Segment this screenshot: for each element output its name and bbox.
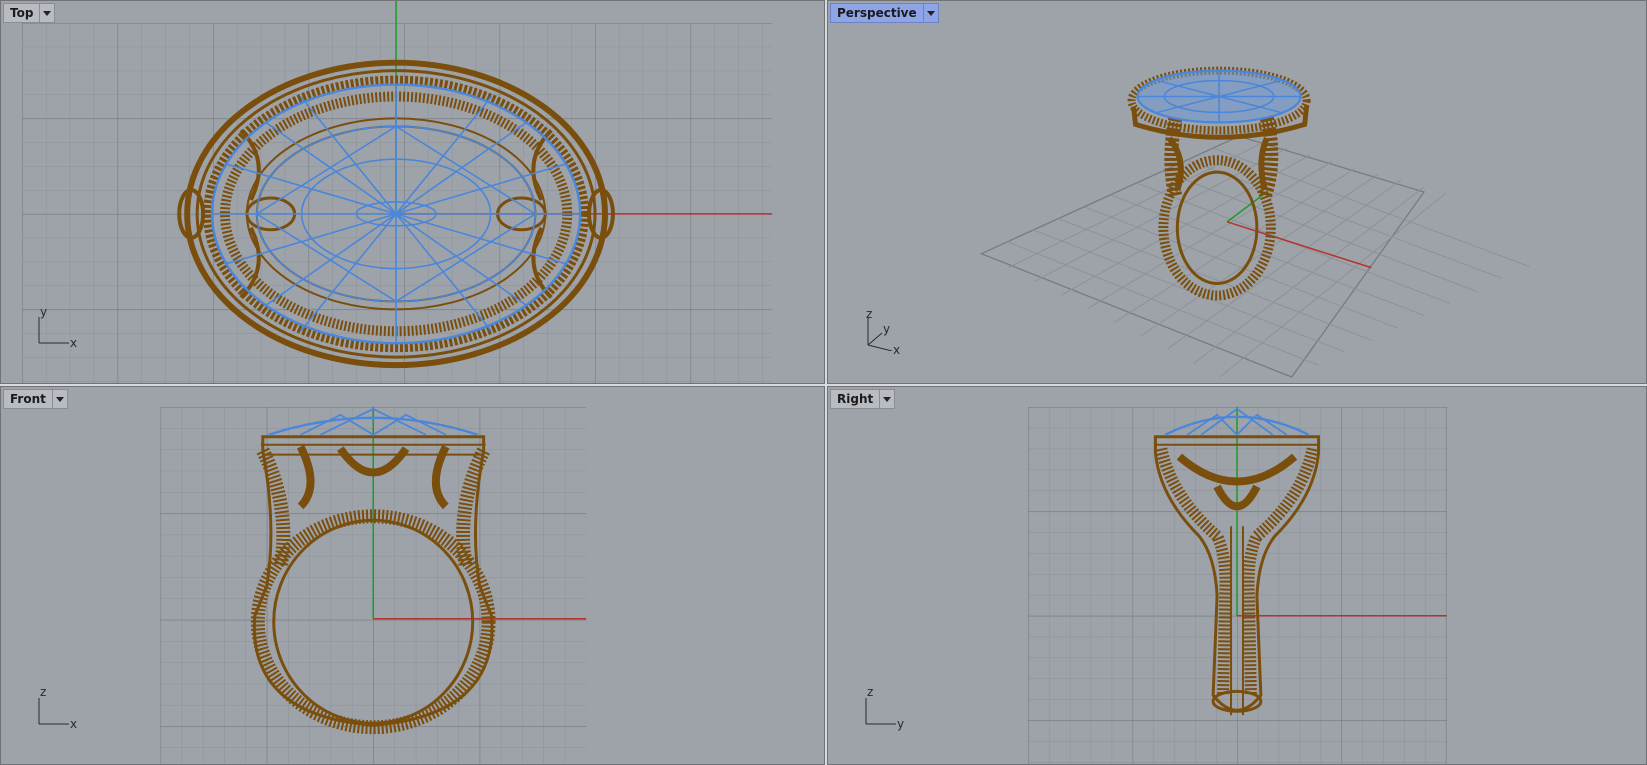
perspective-grid [979, 135, 1530, 378]
viewport-front[interactable]: Front z x [0, 386, 825, 765]
viewport-tab-right[interactable]: Right [830, 389, 896, 409]
axis-label-y: y [40, 305, 48, 319]
viewport-perspective[interactable]: Perspective z y x [827, 0, 1647, 384]
viewport-canvas[interactable] [828, 1, 1646, 383]
axis-label-z: z [40, 685, 47, 699]
axis-label-y: y [897, 717, 905, 731]
viewport-tab-perspective[interactable]: Perspective [830, 3, 939, 23]
axis-label-z: z [866, 307, 873, 321]
axis-label-z: z [867, 685, 874, 699]
dropdown-arrow-icon[interactable] [39, 4, 54, 22]
viewport-title: Perspective [837, 6, 917, 20]
viewport-tab-front[interactable]: Front [3, 389, 68, 409]
viewport-title: Top [10, 6, 34, 20]
viewport-canvas[interactable] [828, 387, 1646, 764]
gem-wireframe [1136, 69, 1302, 124]
viewport-canvas[interactable] [1, 387, 824, 764]
axis-label-x: x [70, 717, 78, 731]
viewport-title: Right [837, 392, 874, 406]
viewport-right[interactable]: Right z y [827, 386, 1647, 765]
viewport-title: Front [10, 392, 46, 406]
dropdown-arrow-icon[interactable] [51, 390, 67, 408]
axis-label-y: y [883, 322, 891, 336]
y-axis-line [1226, 191, 1268, 223]
gem-wireframe [210, 83, 582, 345]
dropdown-arrow-icon[interactable] [879, 390, 894, 408]
viewport-tab-top[interactable]: Top [3, 3, 56, 23]
viewport-top[interactable]: Top y x [0, 0, 825, 384]
viewport-canvas[interactable] [1, 1, 824, 383]
dropdown-arrow-icon[interactable] [922, 4, 938, 22]
axis-label-x: x [70, 336, 78, 350]
axis-label-x: x [893, 343, 901, 357]
